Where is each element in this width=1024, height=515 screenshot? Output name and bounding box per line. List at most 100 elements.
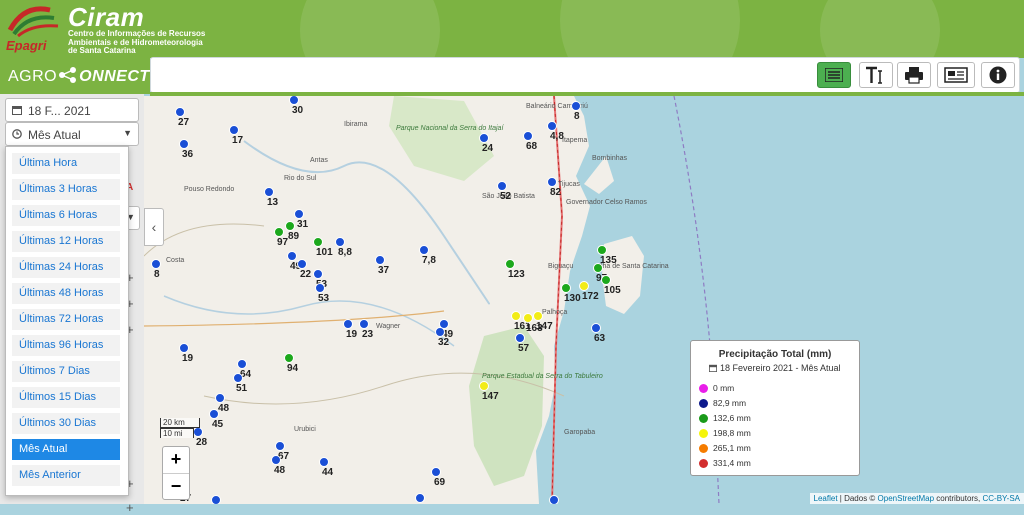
station-dot[interactable] xyxy=(359,319,369,329)
calendar-icon xyxy=(12,106,22,115)
station-value: 94 xyxy=(287,363,299,374)
period-option[interactable]: Últimos 7 Dias xyxy=(12,361,120,382)
station-dot[interactable] xyxy=(233,373,243,383)
station-dot[interactable] xyxy=(315,283,325,293)
station-dot[interactable] xyxy=(571,101,581,111)
station-dot[interactable] xyxy=(515,333,525,343)
agroconnect-logo: AGRO ONNECT xyxy=(8,67,150,86)
station-dot[interactable] xyxy=(319,457,329,467)
station-dot[interactable] xyxy=(511,311,521,321)
station-dot[interactable] xyxy=(601,275,611,285)
station-dot[interactable] xyxy=(591,323,601,333)
station-dot[interactable] xyxy=(335,237,345,247)
station-dot[interactable] xyxy=(271,455,281,465)
station-value: 51 xyxy=(236,383,248,394)
news-button[interactable] xyxy=(937,62,975,88)
collapse-sidebar-button[interactable]: ‹ xyxy=(144,208,164,246)
map-canvas[interactable]: Ibirama Rio do Sul Pouso Redondo Wagner … xyxy=(144,96,1024,504)
station-dot[interactable] xyxy=(275,441,285,451)
period-option[interactable]: Últimas 12 Horas xyxy=(12,231,120,252)
place-label: Antas xyxy=(310,157,328,164)
print-button[interactable] xyxy=(897,62,931,88)
ciram-logo[interactable]: Epagri Ciram Centro de Informações de Re… xyxy=(4,2,214,55)
period-option[interactable]: Mês Anterior xyxy=(12,465,120,486)
station-value: 23 xyxy=(362,329,374,340)
license-link[interactable]: CC-BY-SA xyxy=(983,494,1021,503)
date-value: 18 F... 2021 xyxy=(28,104,91,118)
station-dot[interactable] xyxy=(505,259,515,269)
period-option[interactable]: Últimas 3 Horas xyxy=(12,179,120,200)
info-button[interactable] xyxy=(981,62,1015,88)
station-dot[interactable] xyxy=(415,493,425,503)
station-dot[interactable] xyxy=(264,187,274,197)
station-dot[interactable] xyxy=(435,327,445,337)
zoom-in-button[interactable]: + xyxy=(163,447,189,474)
leaflet-link[interactable]: Leaflet xyxy=(814,494,838,503)
station-dot[interactable] xyxy=(313,237,323,247)
period-option[interactable]: Últimos 15 Dias xyxy=(12,387,120,408)
station-dot[interactable] xyxy=(179,139,189,149)
station-dot[interactable] xyxy=(274,227,284,237)
station-dot[interactable] xyxy=(211,495,221,505)
place-label: Bombinhas xyxy=(592,155,628,162)
station-dot[interactable] xyxy=(561,283,571,293)
station-dot[interactable] xyxy=(547,177,557,187)
station-dot[interactable] xyxy=(237,359,247,369)
period-option[interactable]: Últimas 24 Horas xyxy=(12,257,120,278)
station-dot[interactable] xyxy=(179,343,189,353)
station-dot[interactable] xyxy=(431,467,441,477)
station-dot[interactable] xyxy=(209,409,219,419)
station-dot[interactable] xyxy=(287,251,297,261)
period-select[interactable]: Mês Atual ▼ xyxy=(5,122,139,146)
print-icon xyxy=(905,67,923,84)
station-dot[interactable] xyxy=(375,255,385,265)
list-view-button[interactable] xyxy=(817,62,851,88)
place-label: Palhoça xyxy=(542,309,567,316)
station-value: 82 xyxy=(550,187,562,198)
station-dot[interactable] xyxy=(294,209,304,219)
station-dot[interactable] xyxy=(419,245,429,255)
osm-link[interactable]: OpenStreetMap xyxy=(878,494,934,503)
station-dot[interactable] xyxy=(175,107,185,117)
period-option[interactable]: Últimas 72 Horas xyxy=(12,309,120,330)
station-dot[interactable] xyxy=(479,133,489,143)
agroconnect-brand[interactable]: AGRO ONNECT xyxy=(0,58,150,94)
station-dot[interactable] xyxy=(497,181,507,191)
period-option[interactable]: Últimas 6 Horas xyxy=(12,205,120,226)
station-value: 52 xyxy=(500,191,512,202)
period-option[interactable]: Últimas 96 Horas xyxy=(12,335,120,356)
station-dot[interactable] xyxy=(597,245,607,255)
date-picker[interactable]: 18 F... 2021 xyxy=(5,98,139,122)
station-dot[interactable] xyxy=(229,125,239,135)
text-size-button[interactable] xyxy=(859,62,893,88)
period-option[interactable]: Últimos 30 Dias xyxy=(12,413,120,434)
station-dot[interactable] xyxy=(215,393,225,403)
station-dot[interactable] xyxy=(285,221,295,231)
period-option[interactable]: Mês Atual xyxy=(12,439,120,460)
station-dot[interactable] xyxy=(533,311,543,321)
station-dot[interactable] xyxy=(343,319,353,329)
station-dot[interactable] xyxy=(549,495,559,505)
legend-item-label: 265,1 mm xyxy=(713,443,751,453)
station-dot[interactable] xyxy=(579,281,589,291)
period-option[interactable]: Última Hora xyxy=(12,153,120,174)
station-dot[interactable] xyxy=(593,263,603,273)
zoom-out-button[interactable]: − xyxy=(163,474,189,500)
station-dot[interactable] xyxy=(523,313,533,323)
station-dot[interactable] xyxy=(297,259,307,269)
expand-icon[interactable]: + xyxy=(126,500,134,515)
legend-item-label: 82,9 mm xyxy=(713,398,747,408)
station-dot[interactable] xyxy=(284,353,294,363)
station-dot[interactable] xyxy=(479,381,489,391)
calendar-icon xyxy=(709,364,718,372)
map-view[interactable]: Ibirama Rio do Sul Pouso Redondo Wagner … xyxy=(144,96,1024,504)
period-option[interactable]: Últimas 48 Horas xyxy=(12,283,120,304)
station-dot[interactable] xyxy=(151,259,161,269)
station-dot[interactable] xyxy=(547,121,557,131)
station-dot[interactable] xyxy=(523,131,533,141)
legend-color-dot xyxy=(699,458,708,468)
legend-item: 331,4 mm xyxy=(699,457,751,469)
station-dot[interactable] xyxy=(313,269,323,279)
station-dot[interactable] xyxy=(289,96,299,105)
station-value: 27 xyxy=(178,117,190,128)
